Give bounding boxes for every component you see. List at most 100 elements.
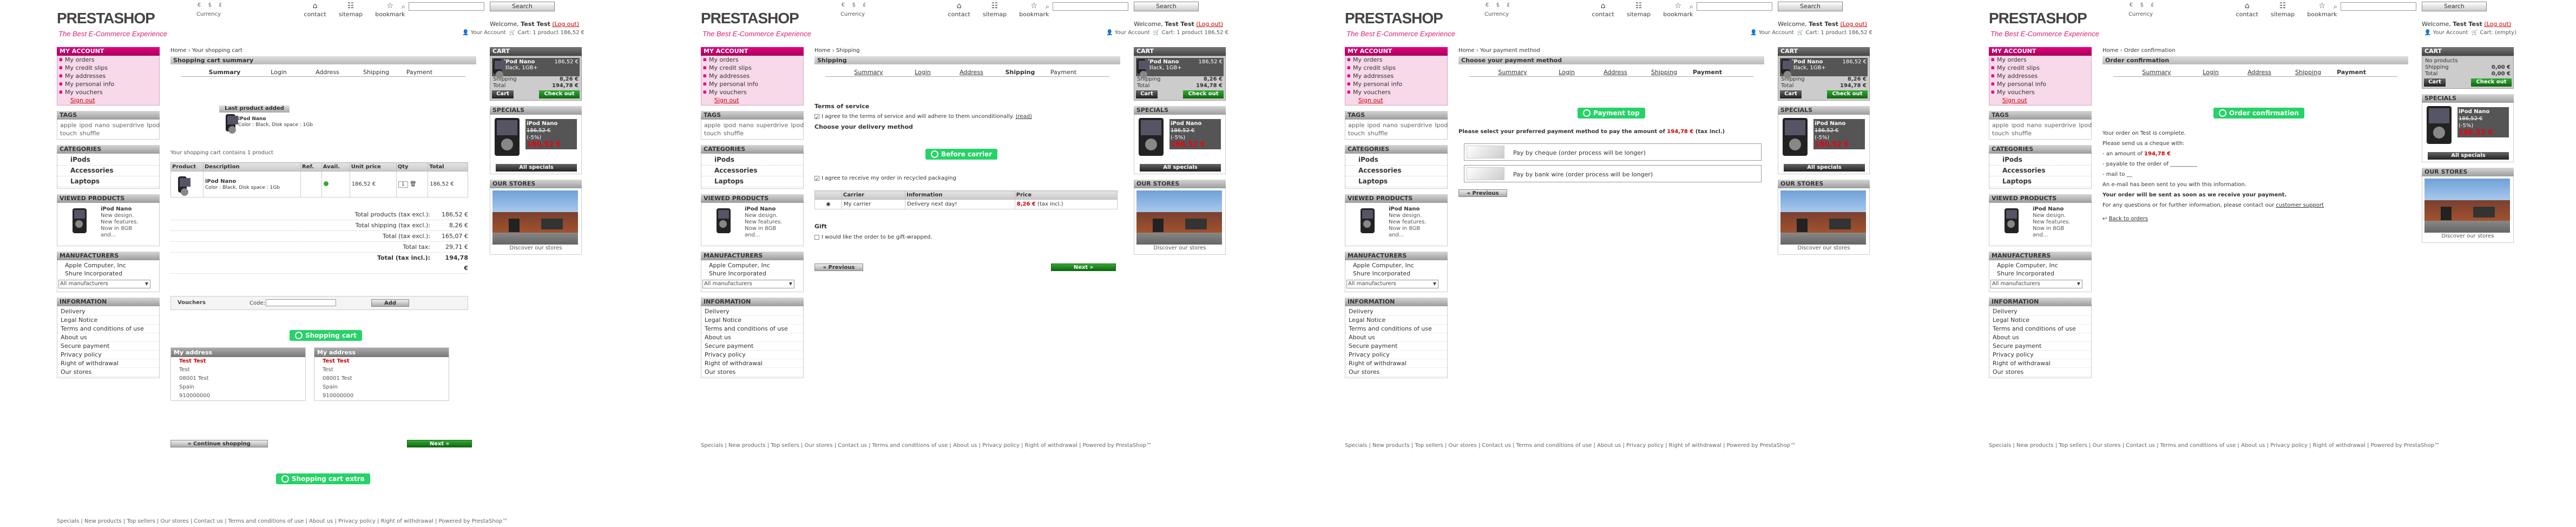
tag-link[interactable]: superdrive xyxy=(2045,122,2076,129)
account-item-addresses[interactable]: My addresses xyxy=(1989,72,2091,80)
bookmark-link[interactable]: ☆ bookmark xyxy=(1663,2,1693,18)
bookmark-link[interactable]: ☆ bookmark xyxy=(2307,2,2337,18)
bookmark-link[interactable]: ☆ bookmark xyxy=(375,2,405,18)
category-ipods[interactable]: iPods xyxy=(57,155,159,166)
logo[interactable]: PRESTASHOP xyxy=(1989,10,2087,27)
category-accessories[interactable]: Accessories xyxy=(1989,166,2091,176)
info-link[interactable]: Delivery xyxy=(57,307,159,316)
account-item-vouchers[interactable]: My vouchers xyxy=(57,88,159,96)
info-link[interactable]: About us xyxy=(701,333,803,342)
logout-link[interactable]: (Log out) xyxy=(1196,21,1223,28)
all-specials-button[interactable]: All specials xyxy=(1784,164,1865,172)
info-link[interactable]: About us xyxy=(1989,333,2091,342)
currency-switcher[interactable]: € $ £ xyxy=(198,2,228,8)
currency-pound[interactable]: £ xyxy=(219,2,222,8)
my-account-title[interactable]: My account xyxy=(57,47,160,56)
tag-link[interactable]: nano xyxy=(2027,122,2041,129)
logout-link[interactable]: (Log out) xyxy=(552,21,579,28)
account-item-vouchers[interactable]: My vouchers xyxy=(1345,88,1447,96)
search-input[interactable]: ⌕ xyxy=(2334,2,2416,11)
sitemap-link[interactable]: ☷ sitemap xyxy=(339,2,363,18)
special-product[interactable]: iPod Nano 186,52 € (-5%) 186,52 € All speci… xyxy=(490,115,582,174)
store-photo[interactable]: Discover our stores xyxy=(1778,188,1870,255)
category-accessories[interactable]: Accessories xyxy=(1345,166,1447,176)
account-item-credit-slips[interactable]: My credit slips xyxy=(1989,64,2091,72)
bookmark-link[interactable]: ☆ bookmark xyxy=(1019,2,1049,18)
specials-title[interactable]: Specials xyxy=(1778,106,1870,115)
special-product[interactable]: iPod Nano 186,52 € (-5%) 186,52 € All speci… xyxy=(1134,115,1226,174)
info-link[interactable]: Our stores xyxy=(1989,368,2091,377)
manufacturers-title[interactable]: Manufacturers xyxy=(1345,252,1448,260)
logo[interactable]: PRESTASHOP xyxy=(57,10,155,27)
tos-read-link[interactable]: (read) xyxy=(1016,114,1032,120)
tag-link[interactable]: ipod xyxy=(724,122,737,129)
next-button[interactable]: Next » xyxy=(407,440,472,447)
info-link[interactable]: Legal Notice xyxy=(57,316,159,325)
discover-stores-link[interactable]: Discover our stores xyxy=(2424,233,2511,240)
cart-button[interactable]: Cart xyxy=(2424,78,2446,87)
category-laptops[interactable]: Laptops xyxy=(1989,176,2091,187)
manufacturer-link[interactable]: Shure Incorporated xyxy=(1345,269,1447,278)
all-specials-button[interactable]: All specials xyxy=(1140,164,1221,172)
all-specials-button[interactable]: All specials xyxy=(2428,152,2509,160)
product-image[interactable] xyxy=(2005,208,2019,233)
manufacturer-link[interactable]: Shure Incorporated xyxy=(701,269,803,278)
tag-link[interactable]: shuffle xyxy=(1368,130,1388,137)
header-cart-summary[interactable]: 👤 Your Account 🛒 Cart: 1 product 186,52 … xyxy=(1099,30,1228,36)
logout-link[interactable]: (Log out) xyxy=(1840,21,1867,28)
continue-shopping-button[interactable]: « Continue shopping xyxy=(170,440,268,447)
search-button[interactable]: Search xyxy=(1778,2,1843,11)
special-product-name[interactable]: iPod Nano xyxy=(1171,121,1201,127)
currency-dollar[interactable]: $ xyxy=(1496,2,1500,8)
special-product-name[interactable]: iPod Nano xyxy=(527,121,557,127)
step-login[interactable]: Login xyxy=(2189,69,2232,76)
checkout-button[interactable]: Check out xyxy=(2471,78,2512,87)
tag-link[interactable]: nano xyxy=(1383,122,1397,129)
logout-link[interactable]: (Log out) xyxy=(2484,21,2511,28)
step-address[interactable]: Address xyxy=(1594,69,1637,76)
footer-links[interactable]: Specials | New products | Top sellers | … xyxy=(1989,443,2440,449)
account-item-personal-info[interactable]: My personal info xyxy=(1989,80,2091,88)
special-product[interactable]: iPod Nano 186,52 € (-5%) 186,52 € All speci… xyxy=(2422,103,2514,162)
search-button[interactable]: Search xyxy=(490,2,555,11)
special-product-name[interactable]: iPod Nano xyxy=(1815,121,1845,127)
info-link[interactable]: Privacy policy xyxy=(1345,351,1447,359)
info-link[interactable]: About us xyxy=(57,333,159,342)
manufacturers-select[interactable]: All manufacturers xyxy=(1346,280,1438,288)
viewed-product-name[interactable]: iPod Nano xyxy=(2033,206,2064,212)
account-item-credit-slips[interactable]: My credit slips xyxy=(701,64,803,72)
info-link[interactable]: Terms and conditions of use xyxy=(1989,325,2091,333)
table-row[interactable]: ◉ My carrier Delivery next day! 8,26 € (tax… xyxy=(814,199,1118,209)
my-account-title[interactable]: My account xyxy=(701,47,804,56)
category-laptops[interactable]: Laptops xyxy=(701,176,803,187)
account-item-addresses[interactable]: My addresses xyxy=(701,72,803,80)
manufacturer-link[interactable]: Apple Computer, Inc xyxy=(1989,261,2091,269)
delete-icon[interactable]: 🗑 xyxy=(410,181,417,187)
discover-stores-link[interactable]: Discover our stores xyxy=(1780,245,1867,252)
currency-euro[interactable]: € xyxy=(2130,2,2133,8)
step-summary[interactable]: Summary xyxy=(1491,69,1534,76)
account-item-orders[interactable]: My orders xyxy=(1989,56,2091,64)
whatsapp-before-carrier-button[interactable]: Before carrier xyxy=(925,149,998,160)
manufacturers-select[interactable]: All manufacturers xyxy=(58,280,150,288)
special-product-image[interactable] xyxy=(495,118,520,156)
account-item-personal-info[interactable]: My personal info xyxy=(1345,80,1447,88)
manufacturers-select[interactable]: All manufacturers xyxy=(702,280,794,288)
info-link[interactable]: Our stores xyxy=(57,368,159,377)
currency-pound[interactable]: £ xyxy=(2151,2,2154,8)
header-cart-summary[interactable]: 👤 Your Account 🛒 Cart: 1 product 186,52 … xyxy=(1743,30,1872,36)
account-item-personal-info[interactable]: My personal info xyxy=(701,80,803,88)
category-ipods[interactable]: iPods xyxy=(701,155,803,166)
breadcrumb-home[interactable]: Home xyxy=(2102,48,2119,54)
search-button[interactable]: Search xyxy=(1134,2,1199,11)
manufacturer-link[interactable]: Shure Incorporated xyxy=(1989,269,2091,278)
specials-title[interactable]: Specials xyxy=(1134,106,1226,115)
tag-link[interactable]: shuffle xyxy=(724,130,744,137)
step-login[interactable]: Login xyxy=(901,69,944,76)
cart-block-title[interactable]: Cart xyxy=(1778,47,1870,56)
cart-block-product[interactable]: iPod Nano Black, 1GB+ 186,52 € xyxy=(1780,58,1868,78)
currency-switcher[interactable]: € $ £ xyxy=(842,2,872,8)
cart-block-product[interactable]: iPod Nano Black, 1GB+ 186,52 € xyxy=(492,58,580,78)
whatsapp-cart-button[interactable]: Shopping cart xyxy=(290,330,362,341)
info-link[interactable]: Our stores xyxy=(701,368,803,377)
